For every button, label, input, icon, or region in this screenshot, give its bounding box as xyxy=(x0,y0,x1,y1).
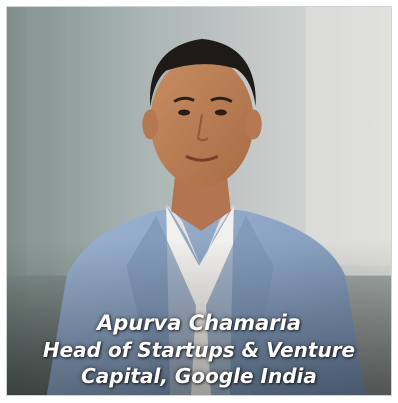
person-title-line-2: Capital, Google India xyxy=(81,364,317,388)
person-title-line-1: Head of Startups & Venture xyxy=(42,338,356,362)
profile-card: Apurva Chamaria Head of Startups & Ventu… xyxy=(6,6,392,396)
photo-caption: Apurva Chamaria Head of Startups & Ventu… xyxy=(7,310,391,395)
person-name: Apurva Chamaria xyxy=(96,311,302,335)
